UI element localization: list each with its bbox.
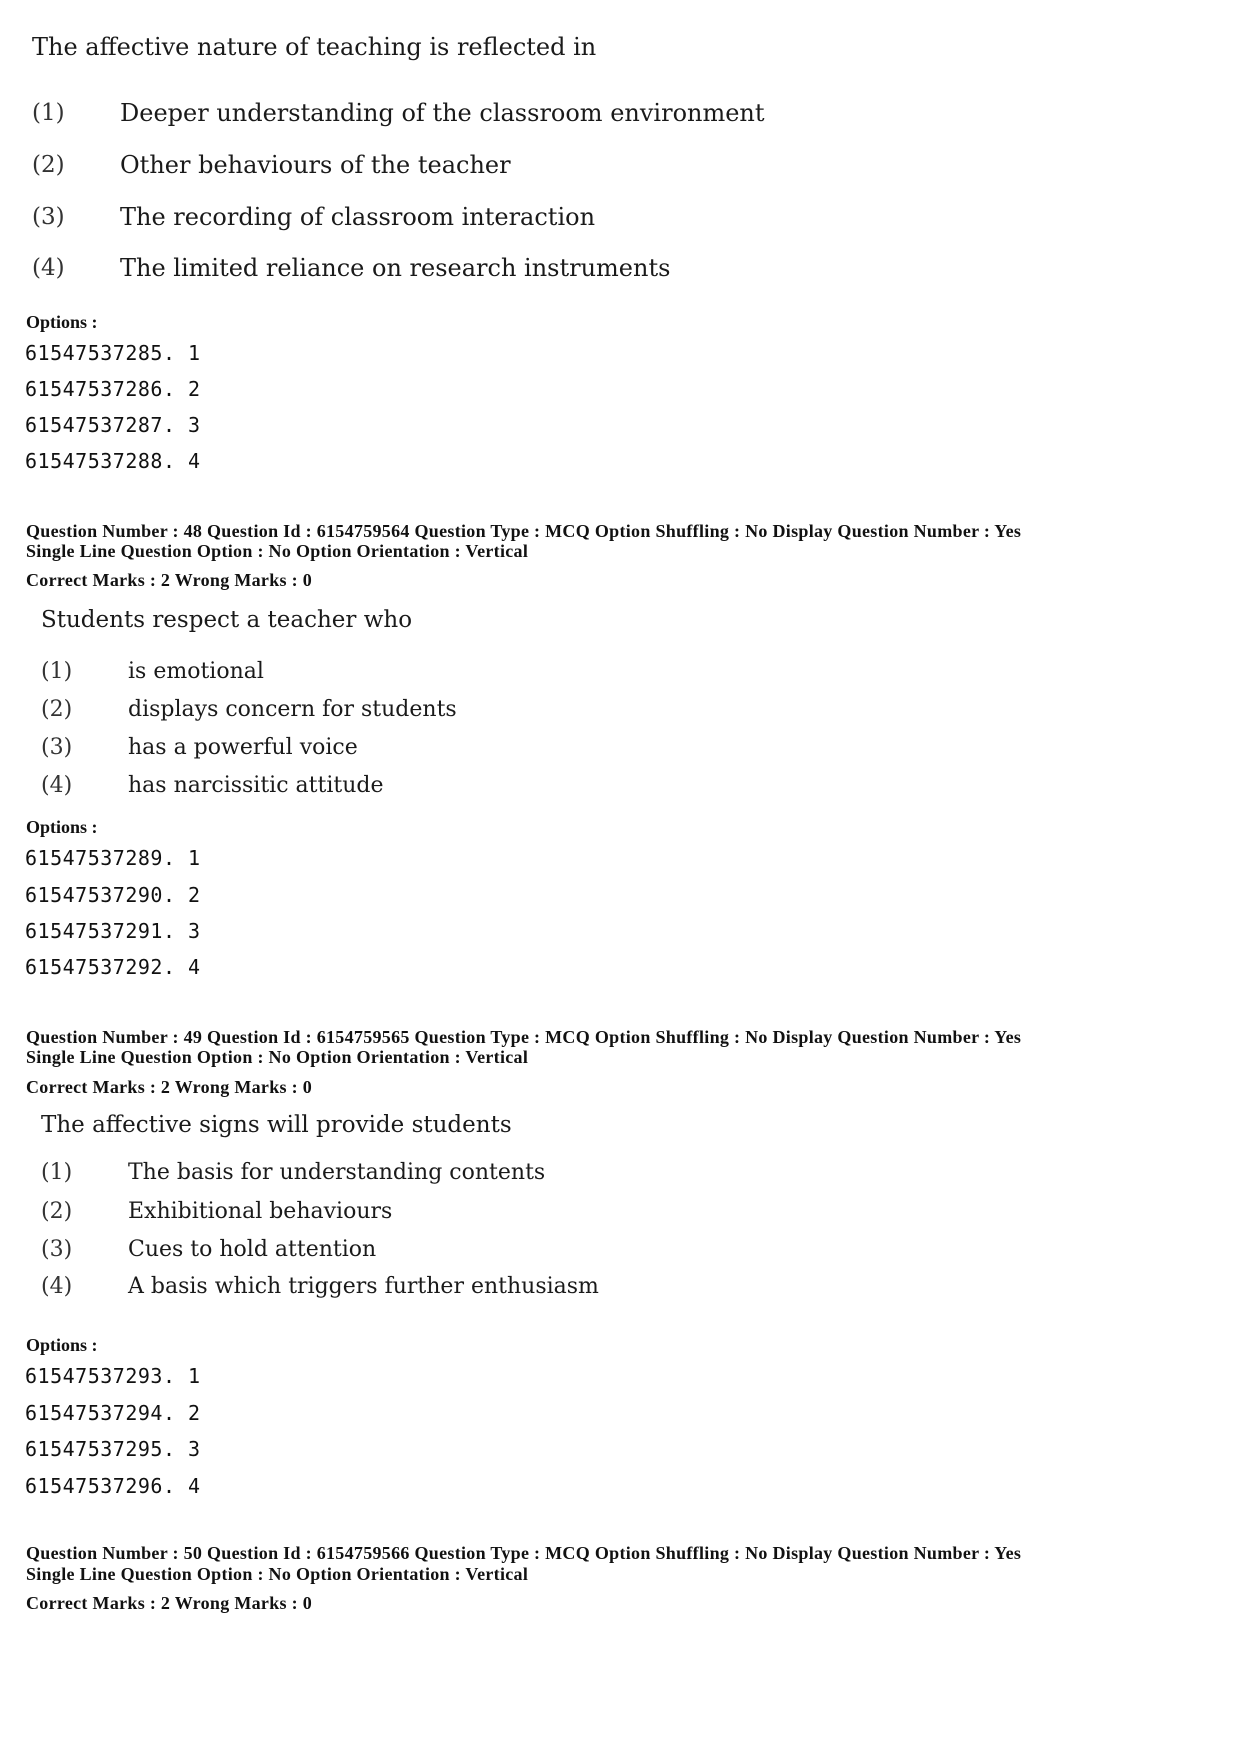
options-label: Options : xyxy=(26,817,98,837)
choice-text: The recording of classroom interaction xyxy=(120,203,596,231)
question-stem: Students respect a teacher who xyxy=(41,607,413,633)
choice-number: (1) xyxy=(41,659,73,684)
options-label: Options : xyxy=(26,312,98,332)
choice-text: is emotional xyxy=(128,659,264,684)
choice-number: (3) xyxy=(32,204,65,230)
choice-text: Exhibitional behaviours xyxy=(128,1199,393,1224)
question-meta-line2: Single Line Question Option : No Option … xyxy=(26,1564,529,1584)
question-meta-line1: Question Number : 48 Question Id : 61547… xyxy=(26,521,1022,541)
question-stem: The affective nature of teaching is refl… xyxy=(32,33,597,61)
choice-number: (1) xyxy=(41,1160,73,1185)
option-id: 61547537291. 3 xyxy=(25,919,201,943)
choice-number: (4) xyxy=(32,255,65,281)
choice-number: (2) xyxy=(41,1199,73,1224)
option-id: 61547537288. 4 xyxy=(25,449,201,473)
choice-text: The limited reliance on research instrum… xyxy=(120,254,671,282)
question-meta-line1: Question Number : 50 Question Id : 61547… xyxy=(26,1543,1022,1563)
option-id: 61547537286. 2 xyxy=(25,377,201,401)
choice-number: (1) xyxy=(32,100,65,126)
option-id: 61547537289. 1 xyxy=(25,846,201,870)
question-meta-line1: Question Number : 49 Question Id : 61547… xyxy=(26,1027,1022,1047)
choice-number: (4) xyxy=(41,773,73,798)
choice-text: displays concern for students xyxy=(128,697,457,722)
option-id: 61547537290. 2 xyxy=(25,883,201,907)
choice-number: (3) xyxy=(41,1237,73,1262)
question-marks: Correct Marks : 2 Wrong Marks : 0 xyxy=(26,1077,313,1097)
choice-number: (2) xyxy=(41,697,73,722)
option-id: 61547537294. 2 xyxy=(25,1401,201,1425)
question-marks: Correct Marks : 2 Wrong Marks : 0 xyxy=(26,1593,313,1613)
option-id: 61547537293. 1 xyxy=(25,1364,201,1388)
choice-text: Other behaviours of the teacher xyxy=(120,151,511,179)
choice-text: has a powerful voice xyxy=(128,735,358,760)
question-meta-line2: Single Line Question Option : No Option … xyxy=(26,1047,529,1067)
choice-number: (4) xyxy=(41,1274,73,1299)
question-meta-line2: Single Line Question Option : No Option … xyxy=(26,541,529,561)
question-stem: The affective signs will provide student… xyxy=(41,1112,512,1138)
question-marks: Correct Marks : 2 Wrong Marks : 0 xyxy=(26,570,313,590)
option-id: 61547537285. 1 xyxy=(25,341,201,365)
option-id: 61547537287. 3 xyxy=(25,413,201,437)
option-id: 61547537292. 4 xyxy=(25,955,201,979)
choice-text: Cues to hold attention xyxy=(128,1237,377,1262)
option-id: 61547537296. 4 xyxy=(25,1474,201,1498)
option-id: 61547537295. 3 xyxy=(25,1437,201,1461)
choice-text: has narcissitic attitude xyxy=(128,773,384,798)
choice-number: (2) xyxy=(32,152,65,178)
options-label: Options : xyxy=(26,1335,98,1355)
choice-text: Deeper understanding of the classroom en… xyxy=(120,99,765,127)
choice-text: A basis which triggers further enthusias… xyxy=(128,1274,599,1299)
choice-text: The basis for understanding contents xyxy=(128,1160,546,1185)
choice-number: (3) xyxy=(41,735,73,760)
